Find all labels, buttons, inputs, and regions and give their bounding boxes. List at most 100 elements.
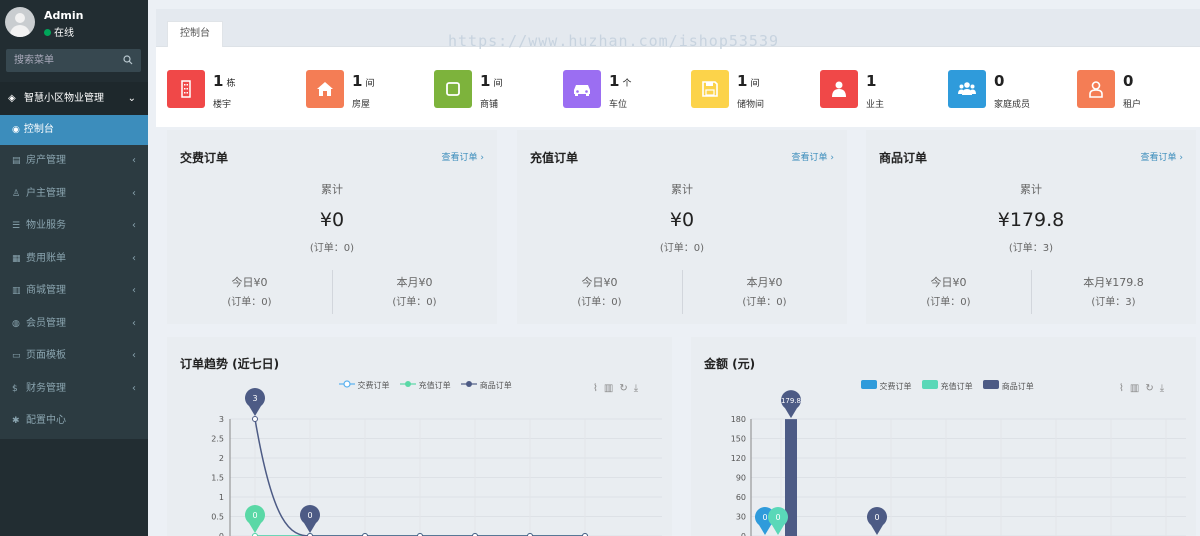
sidebar-item-bills[interactable]: ▦ 费用账单 ‹ xyxy=(0,243,148,276)
sidebar-item-finance[interactable]: $ 财务管理 ‹ xyxy=(0,373,148,406)
cumulative-total: ¥0 xyxy=(669,209,695,231)
chart-card-trend: 订单趋势 (近七日) 交费订单 充值订单 商品订单 ⌇▥↻⤓ 00.511.52… xyxy=(167,337,672,536)
svg-text:0: 0 xyxy=(762,513,767,522)
view-orders-link[interactable]: 查看订单 › xyxy=(442,150,484,163)
square-icon xyxy=(434,70,472,108)
month-stats: 本月¥0 (订单：0) xyxy=(392,276,437,308)
sidebar-item-shop[interactable]: ▥ 商城管理 ‹ xyxy=(0,275,148,308)
stat-storage[interactable]: 1间 储物间 xyxy=(691,70,811,110)
stat-buildings[interactable]: 1栋 楼宇 xyxy=(167,70,287,110)
chevron-left-icon: ‹ xyxy=(132,382,136,394)
y-tick-label: 2.5 xyxy=(211,435,224,444)
y-tick-label: 60 xyxy=(736,493,746,502)
y-tick-label: 1.5 xyxy=(211,474,224,483)
svg-text:179.8: 179.8 xyxy=(781,397,801,405)
user-panel: Admin 在线 xyxy=(0,0,148,42)
menu-search-input[interactable] xyxy=(6,49,118,72)
person-icon xyxy=(820,70,858,108)
user-status: 在线 xyxy=(44,24,74,39)
cumulative-count: (订单：3) xyxy=(1008,243,1054,254)
sidebar-item-dashboard[interactable]: ◉ 控制台 xyxy=(0,115,148,145)
cumulative-label: 累计 xyxy=(321,183,343,196)
y-tick-label: 30 xyxy=(736,513,746,522)
data-point xyxy=(252,416,258,422)
today-stats: 今日¥0 (订单：0) xyxy=(577,276,622,308)
cumulative-total: ¥0 xyxy=(319,209,345,231)
stat-label: 房屋 xyxy=(352,100,371,110)
chart-card-amount: 金额 (元) 交费订单 充值订单 商品订单 ⌇▥↻⤓ 0306090120150… xyxy=(691,337,1196,536)
stat-value: 1间 xyxy=(352,72,375,90)
line-chart-plot: 0 0.5 1 1.5 2 2.5 3 3 0 0 xyxy=(211,388,662,536)
view-orders-link[interactable]: 查看订单 › xyxy=(1141,150,1183,163)
card-title: 交费订单 xyxy=(180,151,229,165)
sidebar-item-members[interactable]: ◍ 会员管理 ‹ xyxy=(0,308,148,341)
stat-label: 家庭成员 xyxy=(994,100,1031,110)
dashboard-icon: ◉ xyxy=(12,125,20,135)
chevron-left-icon: ‹ xyxy=(132,317,136,329)
stat-value: 1间 xyxy=(737,72,760,90)
cumulative-total: ¥179.8 xyxy=(997,209,1065,231)
sidebar-item-config[interactable]: ✱ 配置中心 xyxy=(0,405,148,438)
sidebar-item-services[interactable]: ☰ 物业服务 ‹ xyxy=(0,210,148,243)
online-dot-icon xyxy=(44,29,51,36)
svg-text:0: 0 xyxy=(775,513,780,522)
today-stats: 今日¥0 (订单：0) xyxy=(227,276,272,308)
month-stats: 本月¥0 (订单：0) xyxy=(742,276,787,308)
cumulative-count: (订单：0) xyxy=(309,243,355,254)
bar-chart-plot: 030609012015018000179.80 xyxy=(731,390,1186,536)
stats-panel: 1栋 楼宇 1间 房屋 1间 商铺 1个 车位 1间 储物间 1 业主 0 家庭… xyxy=(156,47,1200,127)
month-stats: 本月¥179.8 (订单：3) xyxy=(1083,276,1144,308)
main-content: 控制台 1栋 楼宇 1间 房屋 1间 商铺 1个 车位 1间 储物间 1 业主 … xyxy=(148,0,1200,536)
stat-value: 0 xyxy=(994,72,1005,90)
order-card-fees: 交费订单 查看订单 › 累计 ¥0 (订单：0) 今日¥0 (订单：0) 本月¥0… xyxy=(167,130,497,324)
marker-pin: 0 xyxy=(867,507,887,535)
marker-pin: 0 xyxy=(300,505,320,533)
y-tick-label: 0 xyxy=(219,532,224,536)
y-tick-label: 180 xyxy=(731,415,746,424)
tenant-icon xyxy=(1077,70,1115,108)
menu-group-community[interactable]: ◈ 智慧小区物业管理 ⌄ xyxy=(0,82,148,115)
stat-label: 储物间 xyxy=(737,100,765,110)
y-tick-label: 3 xyxy=(219,415,224,424)
users-icon xyxy=(948,70,986,108)
stat-owners[interactable]: 1 业主 xyxy=(820,70,940,110)
dollar-icon: $ xyxy=(12,383,18,394)
view-orders-link[interactable]: 查看订单 › xyxy=(792,150,834,163)
card-title: 充值订单 xyxy=(530,151,579,165)
gear-icon: ✱ xyxy=(12,416,20,426)
y-tick-label: 150 xyxy=(731,435,746,444)
sidebar-item-owners[interactable]: ♙ 户主管理 ‹ xyxy=(0,178,148,211)
search-icon[interactable] xyxy=(123,55,133,65)
chevron-left-icon: ‹ xyxy=(132,155,136,166)
stat-label: 业主 xyxy=(866,100,885,110)
cumulative-label: 累计 xyxy=(1020,183,1042,196)
car-icon xyxy=(563,70,601,108)
stat-shops[interactable]: 1间 商铺 xyxy=(434,70,554,110)
sidebar-item-templates[interactable]: ▭ 页面模板 ‹ xyxy=(0,340,148,373)
chevron-left-icon: ‹ xyxy=(132,187,136,199)
stat-parking[interactable]: 1个 车位 xyxy=(563,70,683,110)
chevron-left-icon: ‹ xyxy=(132,350,136,361)
stat-houses[interactable]: 1间 房屋 xyxy=(306,70,426,110)
marker-pin: 0 xyxy=(245,505,265,533)
menu-search xyxy=(6,49,141,72)
order-card-recharge: 充值订单 查看订单 › 累计 ¥0 (订单：0) 今日¥0 (订单：0) 本月¥0… xyxy=(517,130,847,324)
stat-tenants[interactable]: 0 租户 xyxy=(1077,70,1197,110)
stat-family[interactable]: 0 家庭成员 xyxy=(948,70,1068,110)
svg-text:0: 0 xyxy=(307,511,312,520)
y-tick-label: 0 xyxy=(741,532,746,536)
tab-dashboard[interactable]: 控制台 xyxy=(167,21,223,47)
chevron-left-icon: ‹ xyxy=(132,285,136,296)
marker-pin: 3 xyxy=(245,388,265,416)
sidebar-item-property[interactable]: ▤ 房产管理 ‹ xyxy=(0,145,148,178)
bill-icon: ▦ xyxy=(12,253,21,264)
chevron-left-icon: ‹ xyxy=(132,252,136,264)
stat-value: 1 xyxy=(866,72,877,90)
building-icon xyxy=(167,70,205,108)
marker-pin: 179.8 xyxy=(781,390,801,419)
sidebar: Admin 在线 ◈智慧小区物业管理 ⌄ ◉控制台 ▤房产管理‹ ♙户主管理‹ … xyxy=(0,0,148,536)
sidebar-submenu: ▤ 房产管理 ‹ ♙ 户主管理 ‹ ☰ 物业服务 ‹ ▦ 费用账单 ‹ ▥ 商城管理 ‹ ◍ 会员管理… xyxy=(0,145,148,439)
template-icon: ▭ xyxy=(12,351,21,361)
stat-value: 1间 xyxy=(480,72,503,90)
avatar[interactable] xyxy=(5,7,35,37)
